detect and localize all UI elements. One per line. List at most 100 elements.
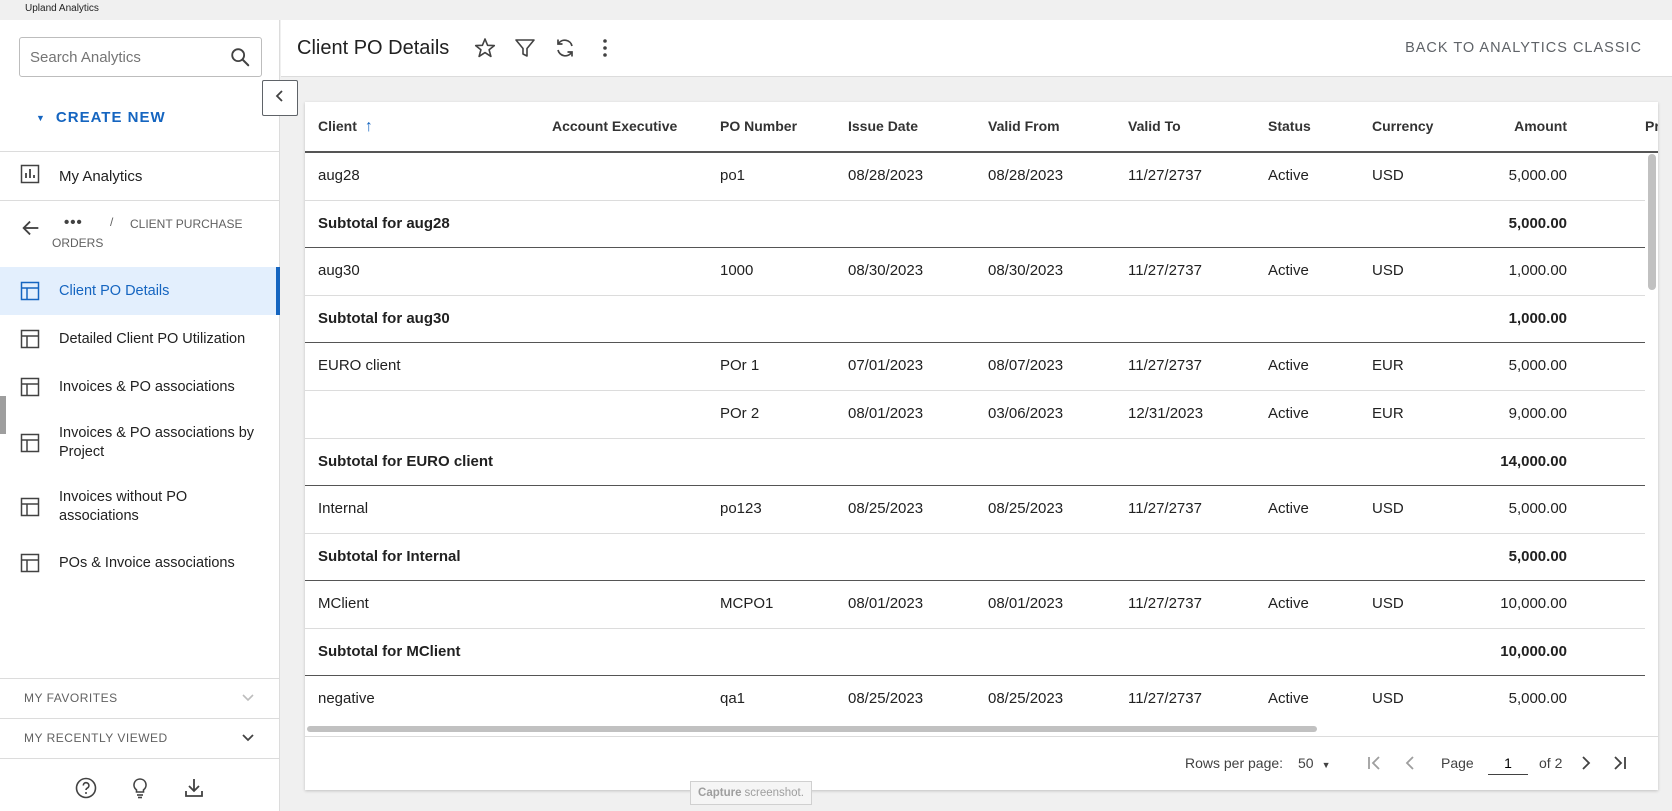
column-header-client[interactable]: Client ↑: [318, 118, 373, 136]
report-item-invoices-without-po-associations[interactable]: Invoices without PO associations: [0, 475, 280, 539]
arrow-back-icon[interactable]: [20, 217, 42, 239]
page-number-input[interactable]: [1488, 751, 1528, 775]
search-input[interactable]: [30, 48, 229, 66]
cell-valid-from: 08/01/2023: [988, 595, 1064, 612]
cell-issue-date: 08/30/2023: [848, 262, 924, 279]
divider: [0, 758, 280, 759]
my-recently-viewed-section[interactable]: MY RECENTLY VIEWED: [0, 718, 280, 758]
last-page-icon[interactable]: [1607, 751, 1631, 775]
arrow-up-sort-icon: ↑: [364, 118, 373, 135]
cell-status: Active: [1268, 595, 1309, 612]
rows-per-page-select[interactable]: 50 ▼: [1298, 755, 1346, 771]
help-icon[interactable]: [74, 776, 98, 800]
page-count-label: of 2: [1539, 755, 1563, 771]
report-item-label: Invoices & PO associations: [59, 378, 235, 395]
download-icon[interactable]: [182, 776, 206, 800]
create-new-button[interactable]: ▼ CREATE NEW: [36, 109, 166, 126]
cell-valid-from: 08/28/2023: [988, 167, 1064, 184]
cell-issue-date: 07/01/2023: [848, 357, 924, 374]
column-header-currency[interactable]: Currency: [1372, 118, 1433, 134]
cell-valid-to: 11/27/2737: [1128, 500, 1202, 517]
back-to-analytics-classic-link[interactable]: BACK TO ANALYTICS CLASSIC: [1405, 40, 1642, 56]
previous-page-icon[interactable]: [1398, 751, 1422, 775]
pagination: Rows per page: 50 ▼ Page of 2: [305, 736, 1658, 790]
bar-chart-icon: [20, 164, 40, 188]
column-header-amount[interactable]: Amount: [1475, 118, 1567, 134]
column-header-status[interactable]: Status: [1268, 118, 1311, 134]
cell-valid-to: 12/31/2023: [1128, 405, 1204, 422]
page-title: Client PO Details: [297, 37, 450, 59]
capture-screenshot-tooltip: Capture screenshot.: [690, 781, 812, 805]
cell-valid-from: 08/25/2023: [988, 690, 1064, 707]
report-item-invoices-po-associations-by-project[interactable]: Invoices & PO associations by Project: [0, 411, 280, 475]
cell-amount: 9,000.00: [1508, 405, 1567, 422]
cell-subtotal-label: Subtotal for EURO client: [318, 453, 494, 470]
cell-subtotal-amount: 10,000.00: [1500, 643, 1567, 660]
refresh-icon[interactable]: [553, 36, 577, 60]
report-item-client-po-details[interactable]: Client PO Details: [0, 267, 280, 315]
table-row[interactable]: MClient MCPO1 08/01/2023 08/01/2023 11/2…: [305, 581, 1645, 629]
report-item-label: POs & Invoice associations: [59, 554, 235, 571]
cell-valid-from: 08/30/2023: [988, 262, 1064, 279]
column-header-truncated[interactable]: Pr: [1645, 118, 1658, 134]
next-page-icon[interactable]: [1574, 751, 1598, 775]
star-icon[interactable]: [473, 36, 497, 60]
column-header-account-executive[interactable]: Account Executive: [552, 118, 677, 134]
more-vertical-icon[interactable]: [593, 36, 617, 60]
caret-down-icon: ▼: [36, 112, 46, 123]
cell-amount: 5,000.00: [1508, 357, 1567, 374]
column-header-valid-to[interactable]: Valid To: [1128, 118, 1181, 134]
vertical-scrollbar[interactable]: [1648, 154, 1656, 290]
cell-subtotal-label: Subtotal for MClient: [318, 643, 461, 660]
nav-my-analytics[interactable]: My Analytics: [0, 152, 280, 200]
table-row[interactable]: Internal po123 08/25/2023 08/25/2023 11/…: [305, 486, 1645, 534]
cell-issue-date: 08/25/2023: [848, 690, 924, 707]
table-row[interactable]: EURO client POr 1 07/01/2023 08/07/2023 …: [305, 343, 1645, 391]
column-header-label: Client: [318, 118, 357, 134]
cell-valid-to: 11/27/2737: [1128, 595, 1202, 612]
table-icon: [20, 497, 40, 517]
cell-valid-to: 11/27/2737: [1128, 690, 1202, 707]
cell-client: Internal: [318, 500, 369, 517]
cell-po-number: qa1: [720, 690, 746, 707]
table-icon: [20, 329, 40, 349]
report-item-pos-invoice-associations[interactable]: POs & Invoice associations: [0, 539, 280, 587]
cell-amount: 10,000.00: [1500, 595, 1567, 612]
report-item-detailed-client-po-utilization[interactable]: Detailed Client PO Utilization: [0, 315, 280, 363]
filter-icon[interactable]: [513, 36, 537, 60]
column-header-po-number[interactable]: PO Number: [720, 118, 797, 134]
subtotal-row: Subtotal for MClient 10,000.00: [305, 629, 1645, 676]
cell-valid-from: 08/25/2023: [988, 500, 1064, 517]
table-row[interactable]: aug30 1000 08/30/2023 08/30/2023 11/27/2…: [305, 248, 1645, 296]
table-row[interactable]: negative qa1 08/25/2023 08/25/2023 11/27…: [305, 676, 1645, 724]
cell-subtotal-amount: 5,000.00: [1508, 548, 1567, 565]
first-page-icon[interactable]: [1363, 751, 1387, 775]
cell-amount: 5,000.00: [1508, 167, 1567, 184]
collapse-sidebar-button[interactable]: [262, 80, 298, 116]
search-box[interactable]: [19, 37, 262, 77]
cell-client: aug28: [318, 167, 360, 184]
cell-issue-date: 08/01/2023: [848, 405, 924, 422]
rows-per-page-label: Rows per page:: [1185, 755, 1284, 771]
cell-subtotal-amount: 1,000.00: [1508, 310, 1567, 327]
my-favorites-section[interactable]: MY FAVORITES: [0, 678, 280, 718]
column-header-issue-date[interactable]: Issue Date: [848, 118, 918, 134]
side-panel-handle[interactable]: [0, 396, 6, 434]
cell-issue-date: 08/01/2023: [848, 595, 924, 612]
column-header-valid-from[interactable]: Valid From: [988, 118, 1060, 134]
horizontal-scrollbar[interactable]: [307, 726, 1317, 732]
table-row[interactable]: aug28 po1 08/28/2023 08/28/2023 11/27/27…: [305, 153, 1645, 201]
cell-status: Active: [1268, 500, 1309, 517]
cell-currency: USD: [1372, 167, 1404, 184]
report-item-label: Invoices without PO associations: [59, 489, 188, 524]
table-icon: [20, 281, 40, 301]
table-row[interactable]: POr 2 08/01/2023 03/06/2023 12/31/2023 A…: [305, 391, 1645, 439]
report-item-label: Client PO Details: [59, 282, 170, 299]
create-new-label: CREATE NEW: [55, 109, 166, 126]
report-list: Client PO Details Detailed Client PO Uti…: [0, 267, 280, 587]
cell-amount: 5,000.00: [1508, 690, 1567, 707]
report-item-invoices-po-associations[interactable]: Invoices & PO associations: [0, 363, 280, 411]
search-icon[interactable]: [229, 46, 251, 68]
cell-po-number: MCPO1: [720, 595, 774, 612]
lightbulb-icon[interactable]: [128, 776, 152, 800]
